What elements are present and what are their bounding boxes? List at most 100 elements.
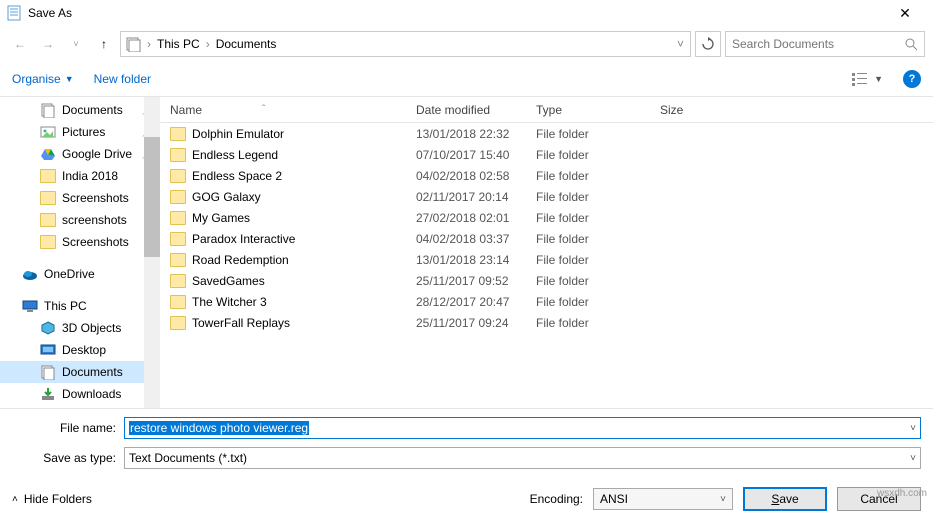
close-button[interactable]: ✕ bbox=[883, 5, 927, 22]
sidebar-label: 3D Objects bbox=[62, 321, 121, 335]
address-bar[interactable]: › This PC › Documents ˅ bbox=[120, 31, 691, 57]
savetype-label: Save as type: bbox=[12, 451, 124, 465]
onedrive-icon bbox=[22, 266, 38, 282]
search-input[interactable] bbox=[732, 37, 904, 51]
table-row[interactable]: Endless Space 204/02/2018 02:58File fold… bbox=[160, 165, 933, 186]
hide-folders-button[interactable]: ˄ Hide Folders bbox=[12, 492, 92, 506]
file-date: 13/01/2018 22:32 bbox=[416, 127, 536, 141]
watermark: wsxdh.com bbox=[877, 488, 927, 499]
back-button[interactable]: ← bbox=[8, 32, 32, 56]
table-row[interactable]: The Witcher 328/12/2017 20:47File folder bbox=[160, 291, 933, 312]
view-icon bbox=[852, 72, 870, 86]
savetype-combo[interactable]: Text Documents (*.txt) ˅ bbox=[124, 447, 921, 469]
up-button[interactable]: ↑ bbox=[92, 32, 116, 56]
folder-icon bbox=[170, 127, 186, 141]
table-row[interactable]: Endless Legend07/10/2017 15:40File folde… bbox=[160, 144, 933, 165]
desk-icon bbox=[40, 342, 56, 358]
sidebar-item[interactable]: Google Drive📌 bbox=[0, 143, 160, 165]
column-date[interactable]: Date modified bbox=[416, 103, 536, 117]
address-dropdown[interactable]: ˅ bbox=[675, 37, 686, 51]
sidebar: Documents📌Pictures📌Google Drive📌 India 20… bbox=[0, 97, 160, 408]
file-name: TowerFall Replays bbox=[192, 316, 290, 330]
sidebar-label: India 2018 bbox=[62, 169, 118, 183]
sidebar-label: Desktop bbox=[62, 343, 106, 357]
file-list: Name ˆ Date modified Type Size Dolphin E… bbox=[160, 97, 933, 408]
sidebar-label: Google Drive bbox=[62, 147, 132, 161]
sidebar-item[interactable]: OneDrive bbox=[0, 263, 160, 285]
column-name[interactable]: Name ˆ bbox=[160, 103, 416, 117]
recent-dropdown[interactable]: ˅ bbox=[64, 32, 88, 56]
file-name: Paradox Interactive bbox=[192, 232, 295, 246]
table-row[interactable]: Paradox Interactive04/02/2018 03:37File … bbox=[160, 228, 933, 249]
file-date: 07/10/2017 15:40 bbox=[416, 148, 536, 162]
sidebar-item[interactable]: Screenshots bbox=[0, 187, 160, 209]
file-name: GOG Galaxy bbox=[192, 190, 261, 204]
sidebar-item[interactable]: Documents bbox=[0, 361, 160, 383]
table-row[interactable]: Road Redemption13/01/2018 23:14File fold… bbox=[160, 249, 933, 270]
notepad-icon bbox=[6, 5, 22, 21]
sidebar-item[interactable]: Desktop bbox=[0, 339, 160, 361]
new-folder-button[interactable]: New folder bbox=[94, 72, 151, 86]
folder-icon bbox=[40, 190, 56, 206]
encoding-combo[interactable]: ANSI ˅ bbox=[593, 488, 733, 510]
chevron-right-icon[interactable]: › bbox=[145, 37, 153, 51]
file-date: 27/02/2018 02:01 bbox=[416, 211, 536, 225]
folder-icon bbox=[170, 295, 186, 309]
file-date: 04/02/2018 03:37 bbox=[416, 232, 536, 246]
file-type: File folder bbox=[536, 295, 660, 309]
chevron-down-icon[interactable]: ˅ bbox=[910, 453, 916, 464]
search-box[interactable] bbox=[725, 31, 925, 57]
sidebar-item[interactable]: Pictures📌 bbox=[0, 121, 160, 143]
sidebar-label: Screenshots bbox=[62, 235, 129, 249]
file-type: File folder bbox=[536, 274, 660, 288]
file-type: File folder bbox=[536, 211, 660, 225]
file-name: Dolphin Emulator bbox=[192, 127, 284, 141]
table-row[interactable]: SavedGames25/11/2017 09:52File folder bbox=[160, 270, 933, 291]
sidebar-item[interactable]: Downloads bbox=[0, 383, 160, 405]
footer: ˄ Hide Folders Encoding: ANSI ˅ Save Can… bbox=[0, 481, 933, 517]
scrollbar-thumb[interactable] bbox=[144, 137, 160, 257]
chevron-down-icon[interactable]: ˅ bbox=[910, 423, 916, 434]
filename-label: File name: bbox=[12, 421, 124, 435]
toolbar: Organise ▼ New folder ▼ ? bbox=[0, 62, 933, 96]
folder-icon bbox=[170, 274, 186, 288]
folder-icon bbox=[170, 316, 186, 330]
sidebar-label: Screenshots bbox=[62, 191, 129, 205]
breadcrumb-root[interactable]: This PC bbox=[157, 37, 200, 51]
folder-icon bbox=[170, 169, 186, 183]
table-row[interactable]: Dolphin Emulator13/01/2018 22:32File fol… bbox=[160, 123, 933, 144]
filename-input[interactable]: restore windows photo viewer.reg ˅ bbox=[124, 417, 921, 439]
table-row[interactable]: My Games27/02/2018 02:01File folder bbox=[160, 207, 933, 228]
column-type[interactable]: Type bbox=[536, 103, 660, 117]
file-date: 13/01/2018 23:14 bbox=[416, 253, 536, 267]
folder-icon bbox=[170, 211, 186, 225]
refresh-button[interactable] bbox=[695, 31, 721, 57]
chevron-down-icon[interactable]: ˅ bbox=[720, 494, 726, 505]
sidebar-scrollbar[interactable] bbox=[144, 97, 160, 408]
sidebar-item[interactable]: 3D Objects bbox=[0, 317, 160, 339]
column-size[interactable]: Size bbox=[660, 103, 740, 117]
savetype-value: Text Documents (*.txt) bbox=[129, 451, 247, 465]
file-type: File folder bbox=[536, 190, 660, 204]
forward-button[interactable]: → bbox=[36, 32, 60, 56]
breadcrumb-folder[interactable]: Documents bbox=[216, 37, 277, 51]
sidebar-item[interactable]: Documents📌 bbox=[0, 99, 160, 121]
folder-icon bbox=[40, 168, 56, 184]
folder-icon bbox=[170, 190, 186, 204]
chevron-right-icon[interactable]: › bbox=[204, 37, 212, 51]
sidebar-item[interactable]: Screenshots bbox=[0, 231, 160, 253]
folder-icon bbox=[170, 232, 186, 246]
table-row[interactable]: GOG Galaxy02/11/2017 20:14File folder bbox=[160, 186, 933, 207]
organise-button[interactable]: Organise ▼ bbox=[12, 72, 74, 86]
sidebar-item[interactable]: screenshots bbox=[0, 209, 160, 231]
file-date: 25/11/2017 09:52 bbox=[416, 274, 536, 288]
help-button[interactable]: ? bbox=[903, 70, 921, 88]
view-options-button[interactable]: ▼ bbox=[852, 72, 883, 86]
save-button[interactable]: Save bbox=[743, 487, 827, 511]
nav-row: ← → ˅ ↑ › This PC › Documents ˅ bbox=[0, 26, 933, 62]
sidebar-item[interactable]: This PC bbox=[0, 295, 160, 317]
sidebar-item[interactable]: India 2018 bbox=[0, 165, 160, 187]
file-date: 25/11/2017 09:24 bbox=[416, 316, 536, 330]
chevron-down-icon: ▼ bbox=[65, 74, 74, 84]
table-row[interactable]: TowerFall Replays25/11/2017 09:24File fo… bbox=[160, 312, 933, 333]
